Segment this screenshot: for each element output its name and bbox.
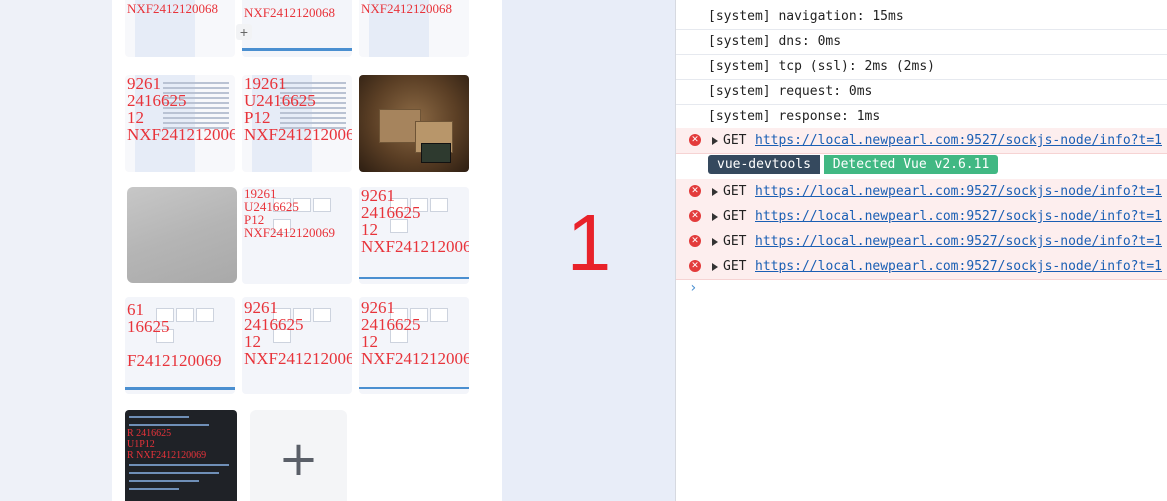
devtools-console: [system] navigation: 15ms [system] dns: …	[675, 0, 1167, 501]
expand-arrow-icon[interactable]	[712, 263, 718, 271]
blurred-image-thumbnail[interactable]	[127, 187, 237, 283]
console-error-row[interactable]: ✕ GET https://local.newpearl.com:9527/so…	[676, 254, 1167, 280]
console-log-row: [system] tcp (ssl): 2ms (2ms)	[676, 54, 1167, 80]
watermark-text: 9261 2416625 12 NXF2412120068	[127, 75, 235, 144]
watermark-text: NXF2412120068	[244, 5, 336, 20]
image-thumbnail[interactable]: 9261 2416625 12 NXF2412120069	[359, 187, 469, 284]
image-thumbnail[interactable]: 9261 2416625 12 NXF2412120068	[125, 75, 235, 172]
log-text: [system] dns: 0ms	[708, 34, 842, 49]
image-thumbnail[interactable]: NXF2412120068	[125, 0, 235, 57]
image-gallery: NXF2412120068 NXF2412120068 NXF241212006…	[112, 0, 502, 501]
console-error-row[interactable]: ✕ GET https://local.newpearl.com:9527/so…	[676, 179, 1167, 205]
console-log-row: [system] request: 0ms	[676, 79, 1167, 105]
console-log-row: [system] response: 1ms	[676, 104, 1167, 130]
watermark-text: 9261 2416625 12 NXF2412120069	[361, 298, 469, 368]
vue-detected-label: Detected Vue v2.6.11	[823, 155, 999, 174]
watermark-text: 19261 U2416625 P12 NXF2412120068	[244, 75, 352, 144]
left-gutter	[0, 0, 112, 501]
request-method: GET	[723, 234, 747, 249]
counter-number: 1	[566, 198, 612, 287]
expand-arrow-icon[interactable]	[712, 188, 718, 196]
image-thumbnail[interactable]: NXF2412120068	[242, 0, 352, 57]
log-text: [system] navigation: 15ms	[708, 9, 904, 24]
warehouse-photo-thumbnail[interactable]	[359, 75, 469, 172]
error-icon: ✕	[689, 185, 701, 197]
request-url-link[interactable]: https://local.newpearl.com:9527/sockjs-n…	[755, 179, 1162, 204]
screen: NXF2412120068 NXF2412120068 NXF241212006…	[0, 0, 1167, 501]
console-error-row[interactable]: ✕ GET https://local.newpearl.com:9527/so…	[676, 128, 1167, 154]
request-method: GET	[723, 133, 747, 148]
watermark-text: 9261 2416625 12 NXF2412120069	[361, 187, 469, 256]
request-url-link[interactable]: https://local.newpearl.com:9527/sockjs-n…	[755, 128, 1162, 153]
watermark-text: 9261 2416625 12 NXF2412120069	[244, 298, 352, 368]
image-thumbnail[interactable]: 61 16625 F2412120069	[125, 297, 235, 394]
add-image-button[interactable]: +	[250, 410, 347, 501]
log-text: [system] request: 0ms	[708, 84, 873, 99]
expand-arrow-icon[interactable]	[712, 213, 718, 221]
log-text: [system] response: 1ms	[708, 109, 881, 124]
request-method: GET	[723, 184, 747, 199]
vue-devtools-badge: vue-devtools Detected Vue v2.6.11	[708, 155, 999, 175]
expand-arrow-icon[interactable]	[712, 238, 718, 246]
error-icon: ✕	[689, 210, 701, 222]
console-error-row[interactable]: ✕ GET https://local.newpearl.com:9527/so…	[676, 204, 1167, 230]
console-error-row[interactable]: ✕ GET https://local.newpearl.com:9527/so…	[676, 229, 1167, 255]
console-log-row: [system] navigation: 15ms	[676, 4, 1167, 30]
watermark-text: 19261 U2416625 P12 NXF2412120069	[244, 187, 336, 240]
error-icon: ✕	[689, 260, 701, 272]
error-icon: ✕	[689, 134, 701, 146]
watermark-text: NXF2412120068	[127, 1, 219, 16]
request-url-link[interactable]: https://local.newpearl.com:9527/sockjs-n…	[755, 229, 1162, 254]
error-icon: ✕	[689, 235, 701, 247]
expand-arrow-icon[interactable]	[712, 137, 718, 145]
log-text: [system] tcp (ssl): 2ms (2ms)	[708, 59, 935, 74]
vue-devtools-label: vue-devtools	[708, 155, 820, 174]
image-thumbnail[interactable]: NXF2412120068	[359, 0, 469, 57]
plus-icon: +	[278, 430, 319, 487]
request-url-link[interactable]: https://local.newpearl.com:9527/sockjs-n…	[755, 254, 1162, 279]
code-screenshot-thumbnail[interactable]: R 2416625 U1P12 R NXF2412120069	[125, 410, 237, 501]
image-thumbnail[interactable]: 9261 2416625 12 NXF2412120069	[242, 297, 352, 394]
image-thumbnail[interactable]: 9261 2416625 12 NXF2412120069	[359, 297, 469, 394]
console-prompt-icon[interactable]: ›	[689, 280, 697, 296]
add-small-icon[interactable]: +	[236, 24, 252, 40]
console-log-row: [system] dns: 0ms	[676, 29, 1167, 55]
watermark-text: NXF2412120068	[361, 1, 453, 16]
request-method: GET	[723, 209, 747, 224]
image-thumbnail[interactable]: 19261 U2416625 P12 NXF2412120069	[242, 187, 352, 284]
request-method: GET	[723, 259, 747, 274]
image-thumbnail[interactable]: 19261 U2416625 P12 NXF2412120068	[242, 75, 352, 172]
request-url-link[interactable]: https://local.newpearl.com:9527/sockjs-n…	[755, 204, 1162, 229]
watermark-text: R 2416625 U1P12 R NXF2412120069	[127, 428, 207, 461]
watermark-text: 61 16625 F2412120069	[127, 300, 222, 370]
